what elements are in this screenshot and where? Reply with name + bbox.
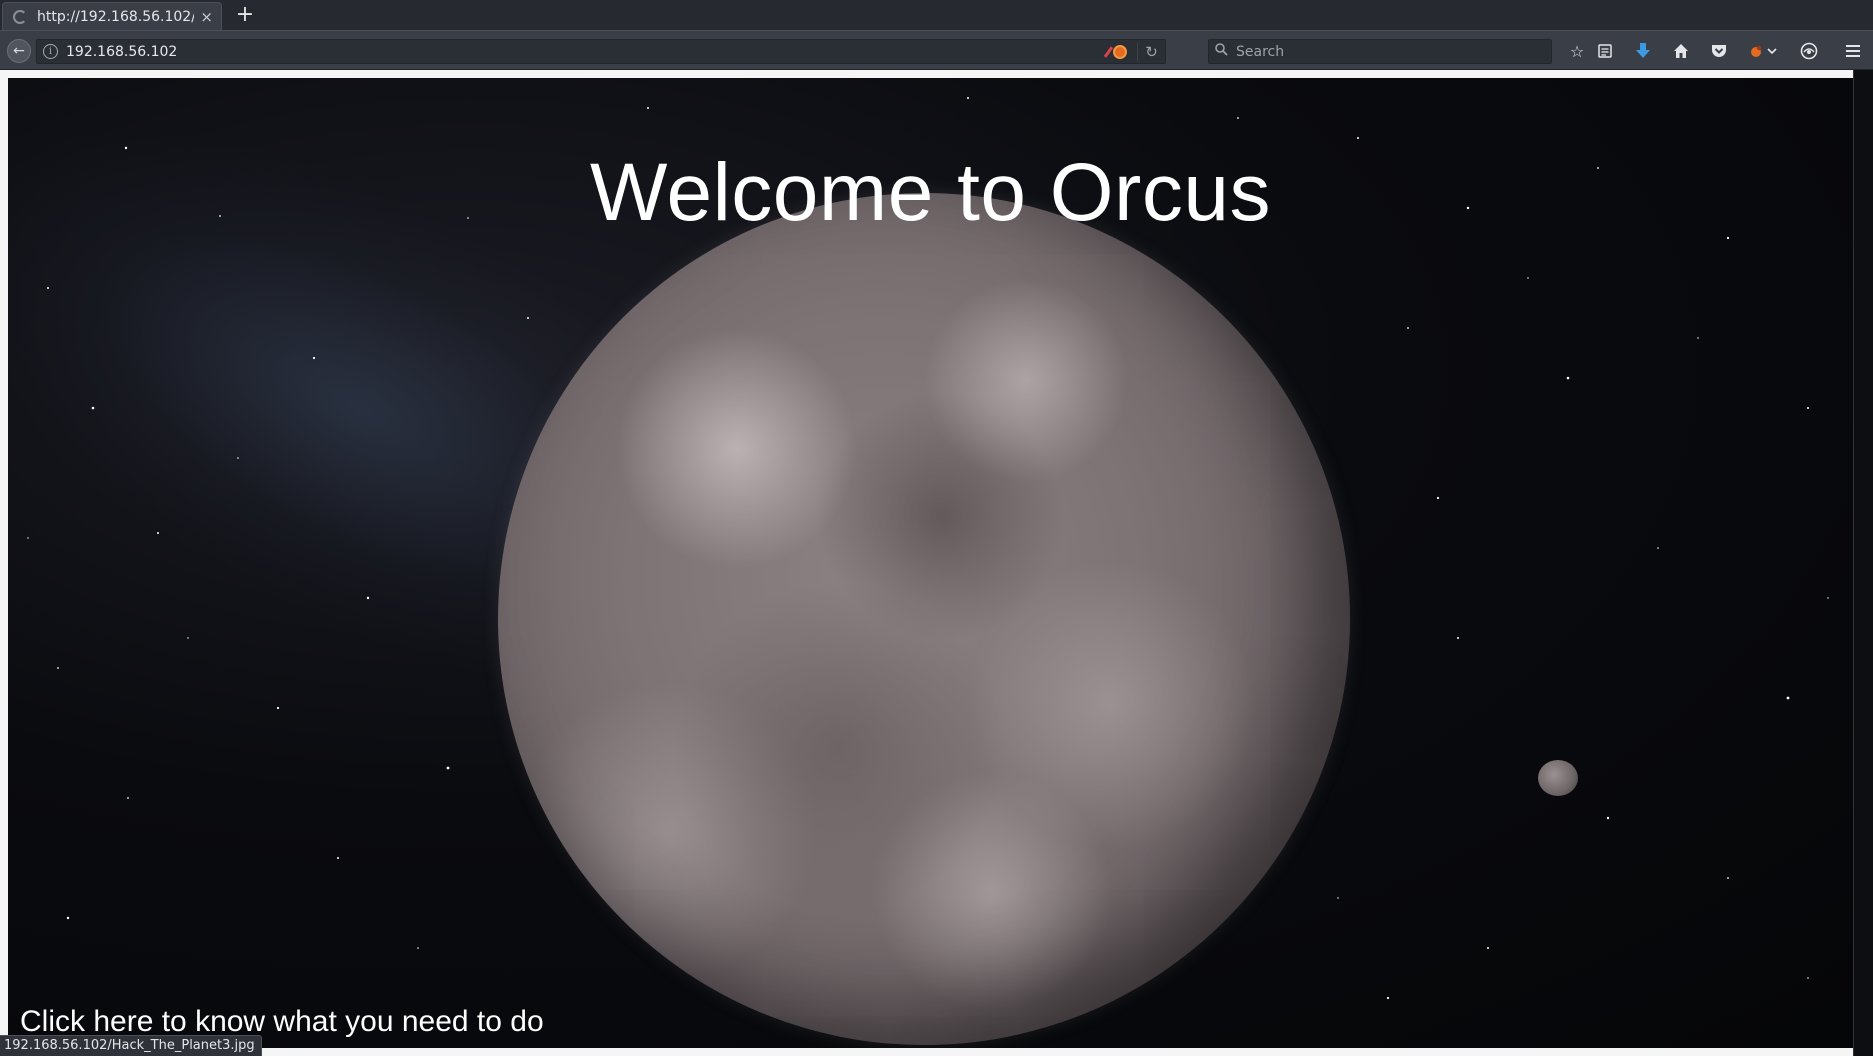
search-input[interactable] [1234, 42, 1534, 61]
extension-icon[interactable] [1103, 44, 1129, 60]
back-button[interactable]: ← [7, 39, 31, 63]
page-heading: Welcome to Orcus [590, 146, 1271, 238]
chevron-down-icon[interactable] [1764, 39, 1780, 63]
menu-icon[interactable] [1840, 39, 1866, 63]
vanth-moon-image [1538, 760, 1578, 796]
page-border-bottom [0, 1048, 1873, 1056]
reading-list-icon[interactable] [1592, 39, 1618, 63]
page-edge-right [1853, 70, 1873, 1056]
search-bar[interactable] [1208, 39, 1552, 64]
url-bar[interactable]: i 192.168.56.102 ↻ [36, 39, 1166, 64]
reload-icon[interactable]: ↻ [1137, 42, 1165, 61]
tab-title: http://192.168.56.102/ [37, 8, 195, 25]
orcus-planet-image [498, 193, 1350, 1045]
pocket-icon[interactable] [1706, 39, 1732, 63]
loading-icon [13, 9, 27, 24]
new-tab-button[interactable]: + [232, 2, 258, 28]
home-icon[interactable] [1668, 39, 1694, 63]
url-text[interactable]: 192.168.56.102 [66, 44, 1107, 60]
page-content: Welcome to Orcus Click here to know what… [8, 78, 1853, 1048]
navigation-toolbar: ← i 192.168.56.102 ↻ ☆ [0, 30, 1873, 70]
download-icon[interactable] [1630, 39, 1656, 63]
status-bar-url: 192.168.56.102/Hack_The_Planet3.jpg [0, 1035, 262, 1056]
page-border-top [0, 70, 1873, 78]
page-border-left [0, 70, 8, 1056]
close-tab-icon[interactable]: × [200, 8, 213, 26]
search-icon [1215, 43, 1228, 60]
tab-strip: http://192.168.56.102/ × + [0, 0, 1873, 30]
tab-active[interactable]: http://192.168.56.102/ × [2, 2, 222, 30]
bookmark-star-icon[interactable]: ☆ [1564, 39, 1590, 63]
site-info-icon[interactable]: i [43, 44, 58, 59]
privacy-icon[interactable] [1796, 39, 1822, 63]
